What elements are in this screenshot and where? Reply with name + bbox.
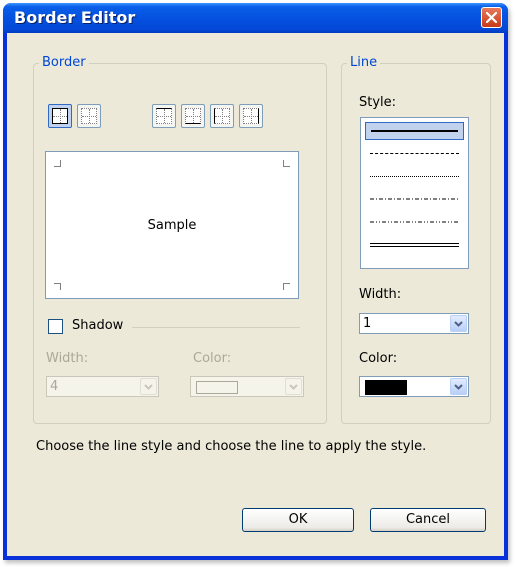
close-button[interactable]	[481, 7, 502, 28]
shadow-color-swatch	[196, 381, 238, 394]
top-line-button[interactable]	[152, 104, 176, 128]
border-group-label: Border	[39, 55, 89, 70]
shadow-width-dropdown-arrow[interactable]	[140, 378, 157, 395]
line-width-dropdown-arrow[interactable]	[450, 315, 467, 332]
line-color-swatch	[365, 380, 407, 395]
corner-mark	[54, 160, 61, 167]
dashed-line-sample	[370, 153, 459, 154]
shadow-color-label: Color:	[193, 351, 232, 366]
shadow-width-label: Width:	[46, 351, 89, 366]
no-lines-icon	[81, 108, 97, 124]
shadow-separator	[132, 327, 300, 328]
corner-mark	[283, 160, 290, 167]
shadow-width-value: 4	[50, 379, 59, 394]
line-width-value: 1	[363, 316, 372, 331]
line-width-label: Width:	[359, 287, 402, 302]
chevron-down-icon	[454, 384, 463, 390]
shadow-color-select[interactable]	[190, 376, 304, 397]
dialog-window: Border Editor Border Sample Shadow Width…	[3, 3, 508, 560]
corner-mark	[283, 283, 290, 290]
dialog-client-area: Border Sample Shadow Width: 4 Color: Lin…	[7, 33, 504, 556]
left-line-button[interactable]	[210, 104, 234, 128]
hint-text: Choose the line style and choose the lin…	[36, 439, 427, 454]
right-line-icon	[243, 108, 259, 124]
dotted-line-sample	[370, 176, 459, 177]
shadow-label: Shadow	[72, 318, 124, 333]
line-style-solid[interactable]	[365, 122, 464, 140]
bottom-line-icon	[185, 108, 201, 124]
no-lines-button[interactable]	[77, 104, 101, 128]
chevron-down-icon	[289, 384, 298, 390]
solid-line-sample	[371, 130, 458, 132]
close-icon	[486, 12, 497, 23]
bottom-line-button[interactable]	[181, 104, 205, 128]
line-style-dashed[interactable]	[365, 145, 464, 163]
all-lines-icon	[52, 108, 68, 124]
line-style-dash-dot[interactable]	[365, 191, 464, 209]
chevron-down-icon	[454, 321, 463, 327]
double-line-sample	[370, 243, 459, 247]
line-color-select[interactable]	[359, 376, 469, 397]
shadow-width-select[interactable]: 4	[46, 376, 159, 397]
shadow-color-dropdown-arrow[interactable]	[285, 378, 302, 395]
top-line-icon	[156, 108, 172, 124]
corner-mark	[54, 283, 61, 290]
line-style-list[interactable]	[360, 117, 469, 269]
chevron-down-icon	[144, 384, 153, 390]
shadow-checkbox[interactable]	[48, 319, 63, 334]
dash-dot-dot-line-sample	[370, 221, 459, 223]
line-width-select[interactable]: 1	[359, 313, 469, 334]
line-group-label: Line	[347, 55, 381, 70]
sample-text: Sample	[147, 218, 197, 233]
border-sample-preview: Sample	[45, 151, 299, 299]
right-line-button[interactable]	[239, 104, 263, 128]
cancel-button[interactable]: Cancel	[370, 508, 486, 532]
line-style-dotted[interactable]	[365, 168, 464, 186]
dash-dot-line-sample	[370, 198, 459, 200]
line-style-dash-dot-dot[interactable]	[365, 214, 464, 232]
line-style-label: Style:	[359, 95, 397, 110]
all-lines-button[interactable]	[48, 104, 72, 128]
line-style-double[interactable]	[365, 237, 464, 255]
left-line-icon	[214, 108, 230, 124]
line-color-label: Color:	[359, 351, 398, 366]
ok-button[interactable]: OK	[242, 508, 354, 532]
title-bar[interactable]: Border Editor	[3, 3, 508, 33]
window-title: Border Editor	[14, 8, 136, 27]
line-color-dropdown-arrow[interactable]	[450, 378, 467, 395]
